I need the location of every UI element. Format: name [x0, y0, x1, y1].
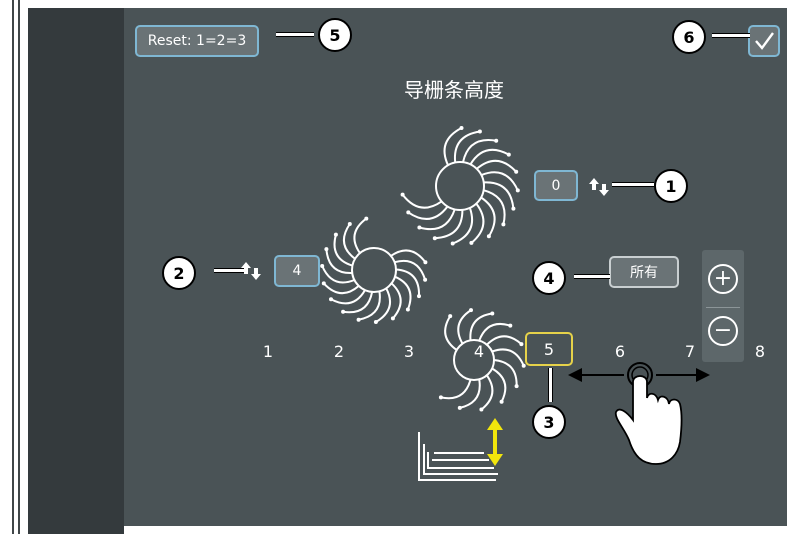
yellow-updown-arrow-icon — [487, 418, 503, 466]
callout-3: 3 — [532, 405, 566, 439]
callout-connector — [712, 33, 750, 38]
rail-line — [18, 0, 20, 534]
sidebar-panel — [28, 8, 124, 534]
callout-connector — [612, 182, 654, 187]
callout-connector — [276, 32, 314, 37]
callout-connector — [214, 268, 244, 273]
callout-connector — [574, 274, 610, 279]
vane-height-diagram — [418, 418, 503, 481]
rail-line — [12, 0, 14, 534]
callout-6: 6 — [672, 20, 706, 54]
callout-connector — [548, 368, 553, 402]
left-rail — [0, 0, 28, 534]
callout-1: 1 — [654, 169, 688, 203]
callout-5: 5 — [318, 18, 352, 52]
screen-area: Reset: 1=2=3 导栅条高度 0 4 所有 + − 1 2 3 4 5 … — [124, 8, 787, 526]
callout-2: 2 — [162, 256, 196, 290]
callout-4: 4 — [532, 261, 566, 295]
